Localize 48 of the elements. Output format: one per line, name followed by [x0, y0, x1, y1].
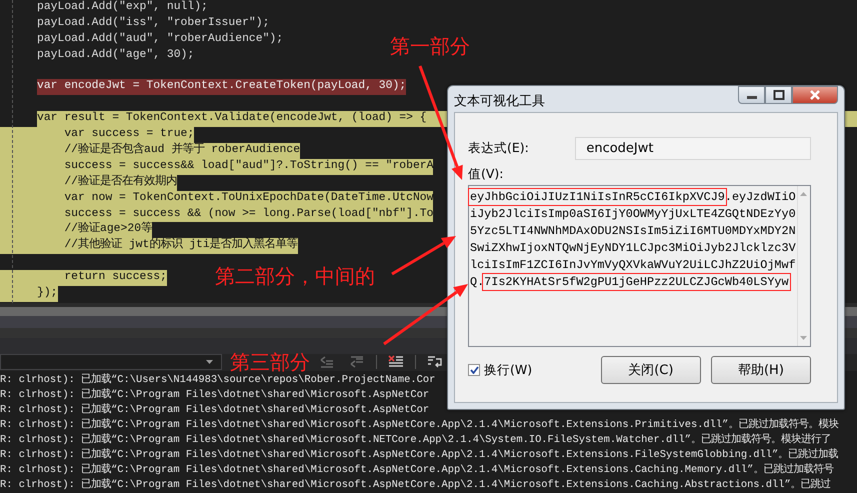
- expression-label: 表达式(E):: [468, 140, 530, 157]
- expression-field[interactable]: encodeJwt: [575, 137, 811, 160]
- annotation-label: 第一部分: [390, 34, 470, 58]
- code-line: payLoad.Add("aud", "roberAudience");: [37, 32, 284, 47]
- scroll-down-icon: [800, 336, 808, 340]
- output-line: R: clrhost): 已加载“C:\Program Files\dotnet\shared\Microsoft.AspNetCore.App\2.1.4\Microsoft.Extensions.Caching.Abstractions.dll”。已跳过: [0, 478, 831, 493]
- window-title: 文本可视化工具: [454, 93, 545, 110]
- wrap-label: 换行(W): [484, 362, 532, 378]
- code-line: //验证age>20等: [63, 222, 152, 238]
- code-line: //其他验证 jwt的标识 jti是否加入黑名单等: [63, 238, 298, 254]
- lines-up-icon: [320, 356, 334, 368]
- code-line: payLoad.Add("iss", "roberIssuer");: [37, 16, 270, 31]
- code-line: var success = true;: [63, 127, 194, 142]
- code-line: payLoad.Add("age", 30);: [37, 48, 194, 63]
- output-line: R: clrhost): 已加载“C:\Program Files\dotnet\shared\Microsoft.AspNetCor: [0, 403, 430, 418]
- output-line: R: clrhost): 已加载“C:\Program Files\dotnet\shared\Microsoft.AspNetCore.App\2.1.4\Microsoft.Extensions.Primitives.dll”。已跳过加载符号。模块: [0, 418, 838, 433]
- annotation-label: 第二部分，中间的: [215, 264, 375, 288]
- minimize-button[interactable]: [738, 86, 765, 104]
- value-text: eyJhbGciOiJIUzI1NiIsInR5cCI6IkpXVCJ9.eyJzdWIiOiJyb2JlciIsImp0aSI6IjY0OWMyYjUxLTE4ZGQtNDEzYy05Yzc5LTI4NWNhMDAxODU2NSIsIm5iZiI6MTU0MDYxMDY2NSwiZXhwIjoxNTQwNjEyNDY1LCJpc3MiOiJyb2Jlcklzc3VlciIsImF1ZCI6InJvYmVyQXVkaWVuY2UiLCJhZ2UiOjMwfQ.7Is2KYHAtSr5fW2gPU1jGeHPzz2ULCZJGcWb40LSYyw: [469, 189, 797, 291]
- lines-down-icon: [350, 356, 364, 368]
- help-button[interactable]: 帮助(H): [710, 356, 811, 384]
- value-label: 值(V):: [468, 166, 504, 181]
- output-line: R: clrhost): 已加载“C:\Program Files\dotnet\shared\Microsoft.AspNetCore.App\2.1.4\Microsoft.Extensions.Caching.Memory.dll”。已跳过加载符号: [0, 463, 834, 478]
- code-line: //验证是否包含aud 并等于 roberAudience: [63, 143, 300, 158]
- code-line: return success;: [63, 270, 167, 286]
- vertical-scrollbar[interactable]: [796, 186, 810, 346]
- output-line: R: clrhost): 已加载“C:\Program Files\dotnet\shared\Microsoft.AspNetCor: [0, 388, 430, 403]
- code-line: success = success && (now >= long.Parse(load["nbf"].To: [63, 206, 434, 222]
- checkmark-icon: [470, 366, 478, 374]
- clear-list-icon: [388, 355, 404, 370]
- maximize-button[interactable]: [765, 86, 792, 104]
- close-icon: [809, 90, 821, 100]
- close-button[interactable]: [792, 86, 838, 104]
- word-wrap-icon: [427, 355, 443, 370]
- maximize-icon: [772, 90, 784, 100]
- code-line: });: [37, 286, 58, 302]
- output-line: R: clrhost): 已加载“C:\Program Files\dotnet\shared\Microsoft.NETCore.App\2.1.4\System.IO.FileSystem.Watcher.dll”。已跳过加载符号。模块进行了: [0, 433, 831, 448]
- wrap-checkbox[interactable]: [468, 364, 480, 376]
- scroll-up-icon: [800, 192, 808, 196]
- close-button[interactable]: 关闭(C): [600, 356, 701, 384]
- output-line: R: clrhost): 已加载“C:\Program Files\dotnet\shared\Microsoft.AspNetCore.App\2.1.4\Microsoft.Extensions.FileSystemGlobbing.dll”。已跳过加载: [0, 448, 838, 463]
- code-line: payLoad.Add("exp", null);: [37, 0, 208, 15]
- code-line: //验证是否在有效期内: [63, 174, 178, 190]
- caret-icon: [206, 360, 213, 364]
- annotation-label: 第三部分: [230, 350, 310, 374]
- value-field[interactable]: [468, 185, 811, 347]
- annotation-arrow: [391, 236, 456, 276]
- output-line: R: clrhost): 已加载“C:\Users\N144983\source\repos\Rober.ProjectName.Cor: [0, 373, 436, 388]
